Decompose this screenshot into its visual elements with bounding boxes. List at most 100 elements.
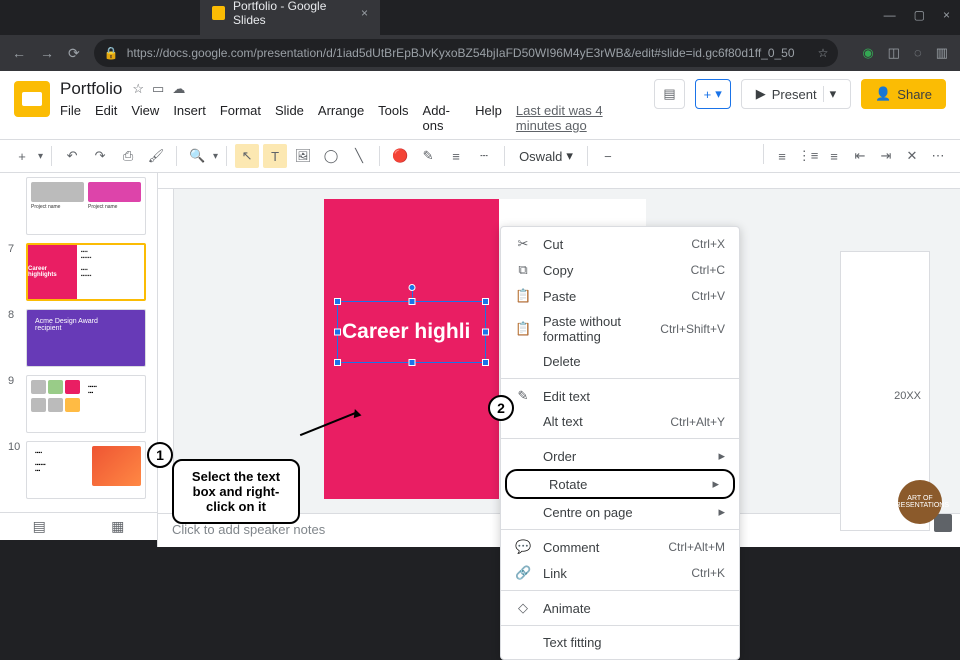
paint-format-button[interactable]: 🖌 — [144, 144, 168, 168]
fill-color-button[interactable]: 🔴 — [388, 144, 412, 168]
redo-button[interactable]: ↷ — [88, 144, 112, 168]
ctx-animate[interactable]: ◇Animate — [501, 595, 739, 621]
ctx-paste-without-formatting[interactable]: 📋Paste without formattingCtrl+Shift+V — [501, 309, 739, 349]
slide-thumbnail[interactable]: ▪▪▪▪▪▪▪▪▪▪▪▪▪ — [26, 441, 146, 499]
tab-close-icon[interactable]: × — [361, 6, 368, 20]
horizontal-ruler — [158, 173, 960, 189]
extension-icon[interactable]: ▥ — [936, 45, 948, 61]
star-icon[interactable]: ☆ — [132, 81, 144, 97]
share-button[interactable]: 👤 Share — [861, 79, 946, 109]
slide-thumbnail[interactable]: Acme Design Awardrecipient — [26, 309, 146, 367]
bulleted-list-button[interactable]: ≡ — [770, 144, 794, 168]
checklist-button[interactable]: ≡ — [822, 144, 846, 168]
menu-help[interactable]: Help — [475, 103, 502, 133]
more-button[interactable]: ⋯ — [926, 144, 950, 168]
resize-handle[interactable] — [482, 298, 489, 305]
scissors-icon: ✂ — [515, 236, 531, 252]
slide-thumbnail-selected[interactable]: Career highlights▪▪▪▪▪▪▪▪▪▪▪▪▪▪▪▪▪▪▪▪ — [26, 243, 146, 301]
textbox-tool-button[interactable]: T — [263, 144, 287, 168]
shape-tool-button[interactable]: ◯ — [319, 144, 343, 168]
clear-format-button[interactable]: ✕ — [900, 144, 924, 168]
menu-format[interactable]: Format — [220, 103, 261, 133]
extension-icon[interactable]: ◫ — [888, 45, 900, 61]
ctx-order[interactable]: Order▸ — [501, 443, 739, 469]
image-tool-button[interactable]: 🖼 — [291, 144, 315, 168]
annotation-step-1-callout: Select the text box and right-click on i… — [172, 459, 300, 524]
ctx-edit-text[interactable]: ✎Edit text — [501, 383, 739, 409]
ctx-rotate[interactable]: Rotate▸ — [505, 469, 735, 499]
new-slide-button[interactable]: + — [10, 144, 34, 168]
lock-icon: 🔒 — [104, 46, 119, 60]
extension-icon[interactable]: ◉ — [862, 45, 873, 61]
ctx-text-fitting[interactable]: Text fitting — [501, 630, 739, 655]
window-maximize-icon[interactable]: ▢ — [914, 8, 925, 22]
ctx-paste[interactable]: 📋PasteCtrl+V — [501, 283, 739, 309]
resize-handle[interactable] — [482, 359, 489, 366]
extension-icon[interactable]: ◌ — [914, 45, 922, 61]
present-button[interactable]: ▶ Present ▾ — [741, 79, 851, 109]
add-to-slides-button[interactable]: +▾ — [695, 79, 731, 109]
cloud-icon[interactable]: ☁ — [172, 81, 185, 97]
menu-addons[interactable]: Add-ons — [423, 103, 462, 133]
undo-button[interactable]: ↶ — [60, 144, 84, 168]
comment-icon: 💬 — [515, 539, 531, 555]
ctx-alt-text[interactable]: Alt textCtrl+Alt+Y — [501, 409, 739, 434]
indent-increase-button[interactable]: ⇥ — [874, 144, 898, 168]
nav-back-icon[interactable]: ← — [12, 45, 26, 61]
print-button[interactable]: ⎙ — [116, 144, 140, 168]
menu-insert[interactable]: Insert — [173, 103, 206, 133]
ctx-centre-on-page[interactable]: Centre on page▸ — [501, 499, 739, 525]
edit-icon: ✎ — [515, 388, 531, 404]
ctx-cut[interactable]: ✂CutCtrl+X — [501, 231, 739, 257]
menu-view[interactable]: View — [131, 103, 159, 133]
browser-tab[interactable]: Portfolio - Google Slides × — [200, 0, 380, 35]
menu-arrange[interactable]: Arrange — [318, 103, 364, 133]
menu-tools[interactable]: Tools — [378, 103, 408, 133]
feedback-icon[interactable] — [934, 514, 952, 532]
slide-thumbnail[interactable]: ▪▪▪▪▪▪▪▪ — [26, 375, 146, 433]
address-bar[interactable]: 🔒 https://docs.google.com/presentation/d… — [94, 39, 839, 67]
border-color-button[interactable]: ✎ — [416, 144, 440, 168]
resize-handle[interactable] — [334, 329, 341, 336]
resize-handle[interactable] — [334, 359, 341, 366]
font-selector[interactable]: Oswald▾ — [513, 148, 579, 164]
last-edit-link[interactable]: Last edit was 4 minutes ago — [516, 103, 644, 133]
move-icon[interactable]: ▭ — [152, 81, 164, 97]
menu-edit[interactable]: Edit — [95, 103, 117, 133]
border-dash-button[interactable]: ┄ — [472, 144, 496, 168]
resize-handle[interactable] — [334, 298, 341, 305]
ctx-link[interactable]: 🔗LinkCtrl+K — [501, 560, 739, 586]
selected-textbox[interactable]: Career highli — [337, 301, 486, 363]
resize-handle[interactable] — [408, 359, 415, 366]
bookmark-star-icon[interactable]: ☆ — [818, 46, 829, 60]
numbered-list-button[interactable]: ⋮≡ — [796, 144, 820, 168]
zoom-button[interactable]: 🔍 — [185, 144, 209, 168]
indent-decrease-button[interactable]: ⇤ — [848, 144, 872, 168]
nav-forward-icon[interactable]: → — [40, 45, 54, 61]
window-minimize-icon[interactable]: — — [884, 8, 896, 22]
document-title[interactable]: Portfolio — [60, 79, 122, 99]
slide-thumbnails-panel: Project nameProject name 7Career highlig… — [0, 173, 158, 547]
select-tool-button[interactable]: ↖ — [235, 144, 259, 168]
google-slides-logo[interactable] — [14, 81, 50, 117]
comment-history-button[interactable]: ▤ — [654, 79, 684, 109]
rotation-handle[interactable] — [408, 284, 415, 291]
grid-view-icon[interactable]: ▦ — [111, 518, 124, 535]
nav-reload-icon[interactable]: ⟳ — [68, 45, 80, 62]
annotation-step-1-badge: 1 — [147, 442, 173, 468]
filmstrip-view-icon[interactable]: ▤ — [33, 518, 46, 535]
menu-slide[interactable]: Slide — [275, 103, 304, 133]
tab-title: Portfolio - Google Slides — [233, 0, 353, 27]
ctx-comment[interactable]: 💬CommentCtrl+Alt+M — [501, 534, 739, 560]
line-tool-button[interactable]: ╲ — [347, 144, 371, 168]
slide-thumbnail[interactable]: Project nameProject name — [26, 177, 146, 235]
window-close-icon[interactable]: × — [943, 8, 950, 22]
resize-handle[interactable] — [408, 298, 415, 305]
font-size-decrease[interactable]: − — [596, 144, 620, 168]
ctx-copy[interactable]: ⧉CopyCtrl+C — [501, 257, 739, 283]
resize-handle[interactable] — [482, 329, 489, 336]
menu-file[interactable]: File — [60, 103, 81, 133]
ctx-delete[interactable]: Delete — [501, 349, 739, 374]
context-menu: ✂CutCtrl+X ⧉CopyCtrl+C 📋PasteCtrl+V 📋Pas… — [500, 226, 740, 660]
border-weight-button[interactable]: ≡ — [444, 144, 468, 168]
